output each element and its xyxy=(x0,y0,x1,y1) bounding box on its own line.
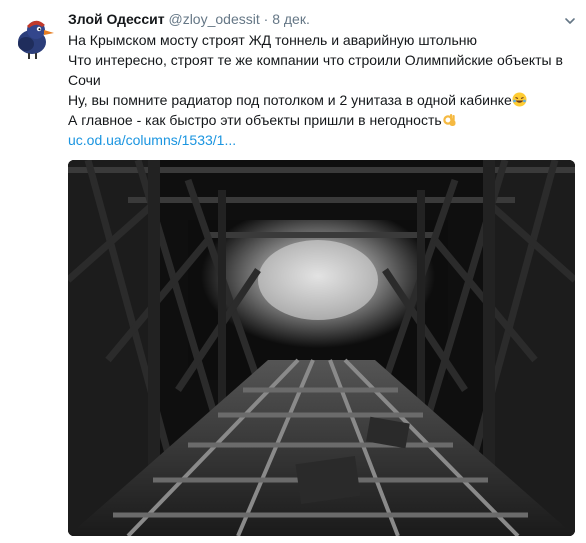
display-name[interactable]: Злой Одессит xyxy=(68,11,165,27)
tweet-line-4: А главное - как быстро эти объекты пришл… xyxy=(68,110,573,130)
tweet-line-3-text: Ну, вы помните радиатор под потолком и 2… xyxy=(68,92,512,108)
tweet-link-line: uc.od.ua/columns/1533/1... xyxy=(68,130,573,150)
tweet-text: На Крымском мосту строят ЖД тоннель и ав… xyxy=(68,30,573,150)
tweet-header: Злой Одессит @zloy_odessit · 8 дек. xyxy=(68,10,310,28)
tweet-line-4-text: А главное - как быстро эти объекты пришл… xyxy=(68,112,442,128)
tweet-photo[interactable] xyxy=(68,160,575,536)
timestamp[interactable]: 8 дек. xyxy=(272,11,310,27)
tweet-link[interactable]: uc.od.ua/columns/1533/1... xyxy=(68,132,236,148)
separator: · xyxy=(263,11,269,27)
tweet-line-2: Что интересно, строят те же компании что… xyxy=(68,52,563,88)
tweet-line-3: Ну, вы помните радиатор под потолком и 2… xyxy=(68,90,573,110)
chevron-down-icon[interactable] xyxy=(564,14,576,26)
rolling-on-floor-laughing-emoji xyxy=(512,92,527,107)
handle[interactable]: @zloy_odessit xyxy=(168,11,259,27)
tweet[interactable]: Злой Одессит @zloy_odessit · 8 дек. На К… xyxy=(0,0,586,543)
tweet-line-1: На Крымском мосту строят ЖД тоннель и ав… xyxy=(68,32,477,48)
avatar[interactable] xyxy=(8,12,58,62)
bridge-photo-image xyxy=(68,160,575,536)
ok-hand-emoji xyxy=(442,112,457,127)
